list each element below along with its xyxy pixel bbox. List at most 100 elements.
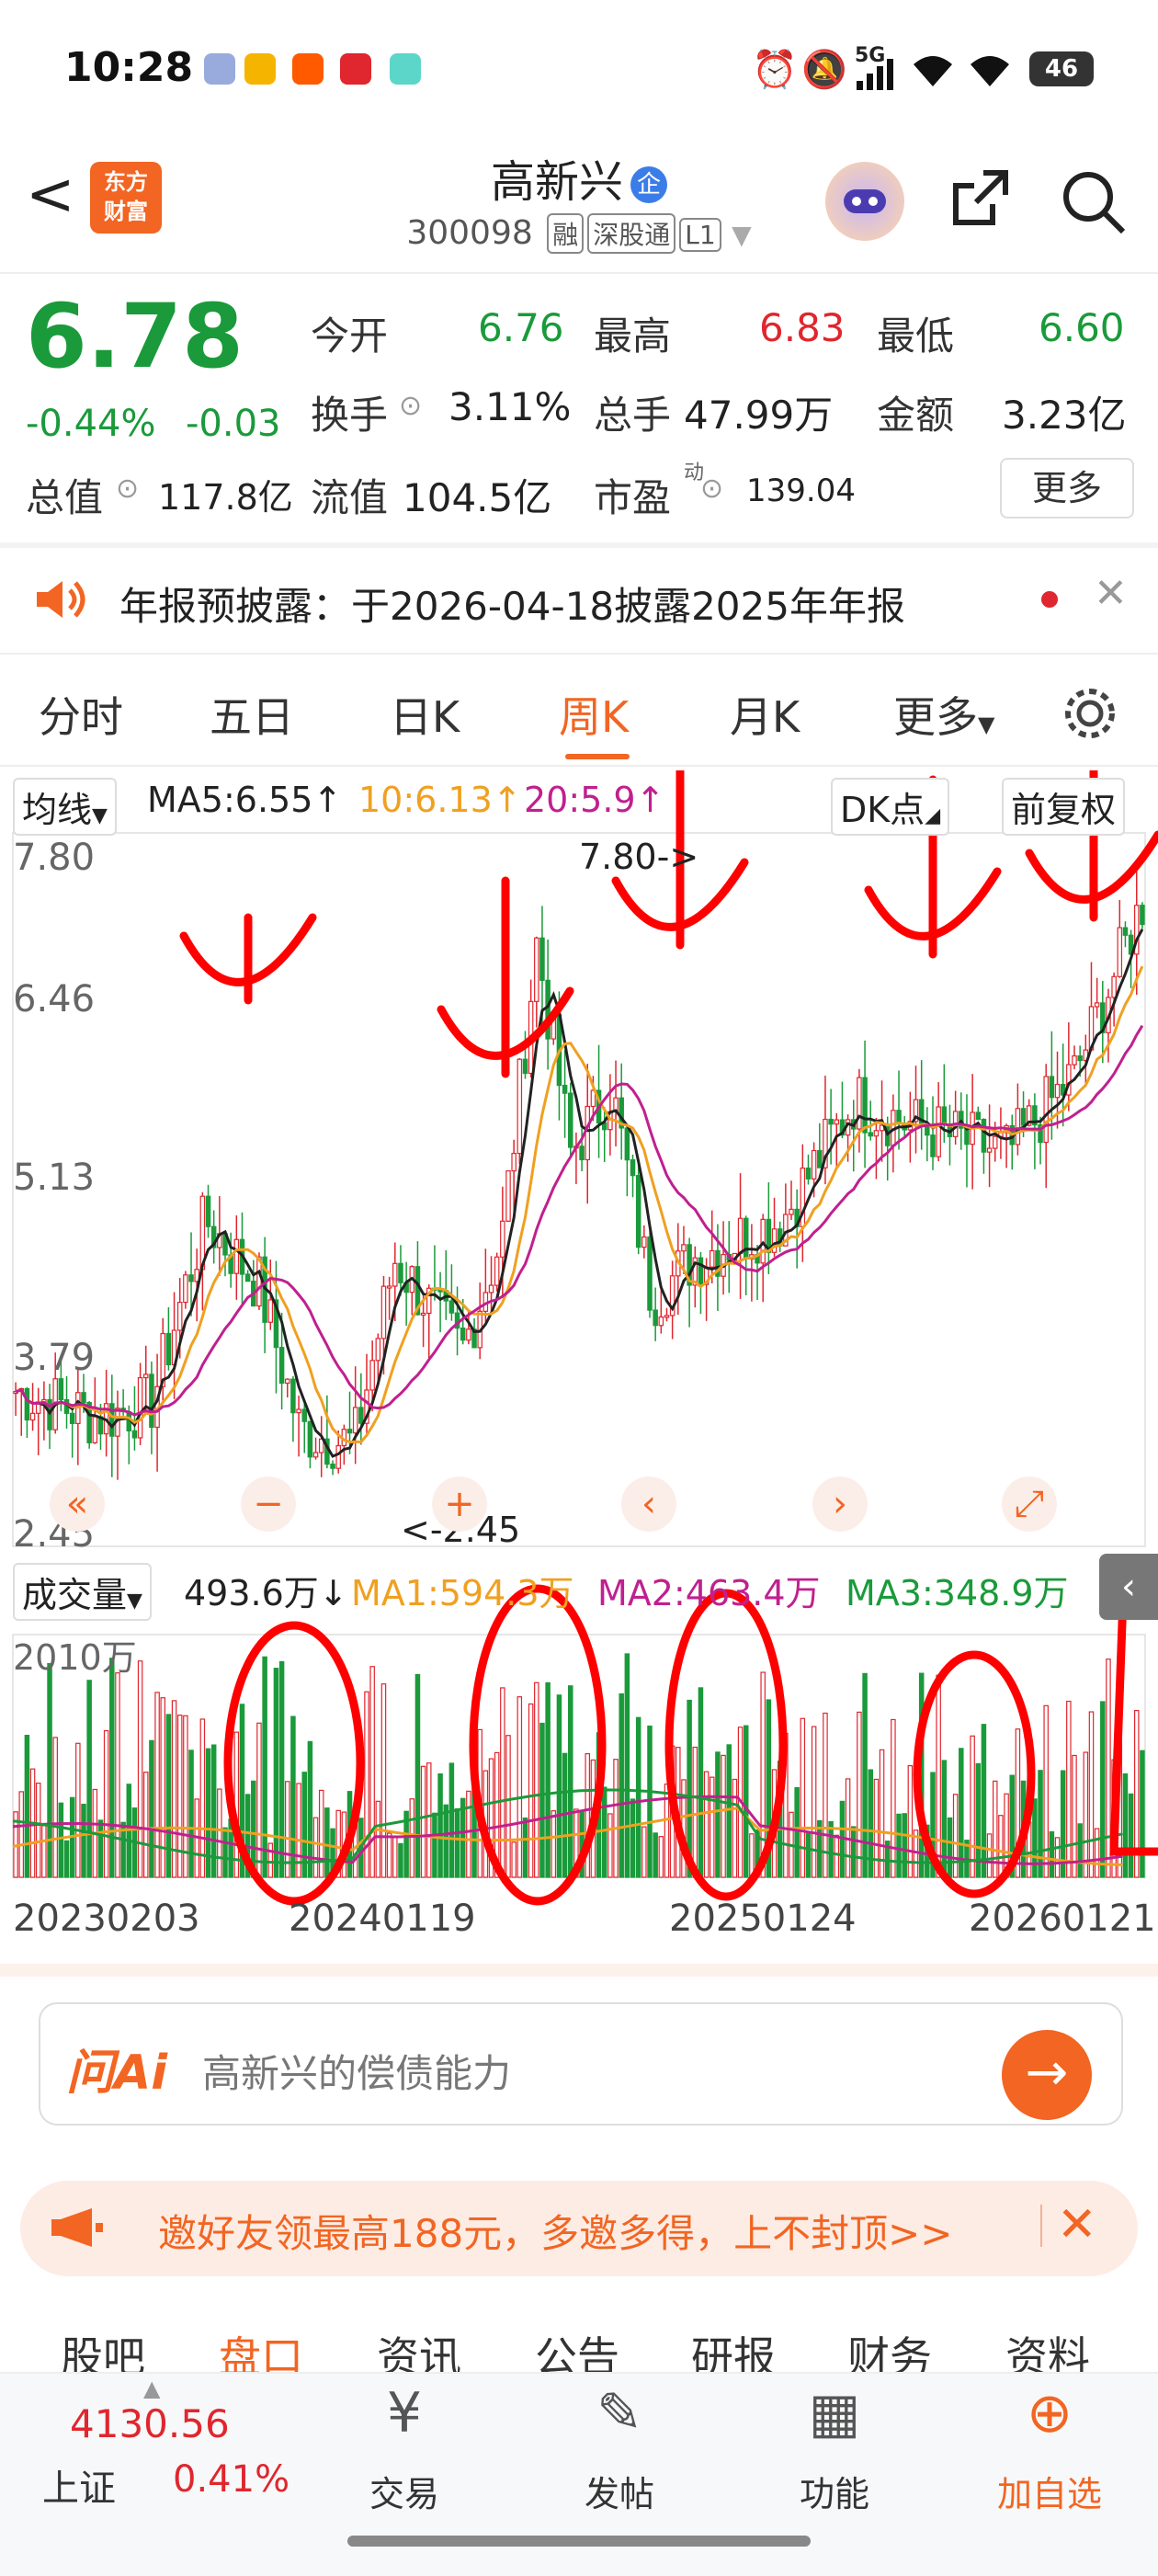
fullscreen-icon[interactable]: ⤢ bbox=[1002, 1476, 1057, 1532]
volume-bar bbox=[635, 1716, 641, 1878]
ai-question-input[interactable]: 高新兴的偿债能力 bbox=[202, 2043, 511, 2099]
post-label[interactable]: 发帖 bbox=[546, 2466, 693, 2516]
candle-body bbox=[664, 1315, 670, 1318]
scroll-left-far-icon[interactable]: « bbox=[50, 1476, 105, 1532]
volume-bar bbox=[432, 1812, 437, 1878]
search-icon[interactable] bbox=[1057, 165, 1130, 239]
volume-bar bbox=[437, 1772, 443, 1878]
date-axis-label: 20230203 bbox=[13, 1898, 200, 1940]
volume-bar bbox=[267, 1842, 274, 1878]
share-icon[interactable] bbox=[947, 165, 1013, 232]
kline-chart[interactable] bbox=[0, 692, 1158, 1947]
functions-icon[interactable]: ▦ bbox=[761, 2381, 908, 2445]
volume-bar bbox=[63, 1840, 70, 1878]
volume-bar bbox=[386, 1832, 392, 1878]
promo-text: 邀好友领最高188元，多邀多得，上不封顶>> bbox=[158, 2211, 953, 2256]
volume-bar bbox=[262, 1656, 267, 1878]
candle-body bbox=[312, 1452, 319, 1458]
expand-up-icon[interactable]: ▲ bbox=[143, 2376, 160, 2401]
more-button[interactable]: 更多 bbox=[1000, 458, 1134, 519]
kline-svg[interactable] bbox=[0, 692, 1158, 1947]
candle-body bbox=[789, 1208, 794, 1215]
assistant-avatar[interactable] bbox=[825, 162, 904, 241]
tab-five-day[interactable]: 五日 bbox=[210, 684, 294, 745]
candle-body bbox=[873, 1130, 880, 1137]
tab-daily-k[interactable]: 日K bbox=[390, 684, 460, 745]
info-icon[interactable]: ⊙ bbox=[116, 473, 139, 505]
volume-bar bbox=[24, 1735, 30, 1878]
info-icon[interactable]: ⊙ bbox=[700, 473, 723, 505]
candle-body bbox=[986, 1147, 993, 1153]
adjust-button[interactable]: 前复权 bbox=[1002, 778, 1126, 836]
trade-icon[interactable]: ¥ bbox=[331, 2381, 478, 2445]
volume-bar bbox=[517, 1696, 523, 1878]
volume-bar bbox=[160, 1697, 165, 1878]
volume-bar bbox=[109, 1658, 115, 1878]
candle-body bbox=[176, 1301, 183, 1331]
functions-label[interactable]: 功能 bbox=[761, 2466, 908, 2516]
alarm-icon: ⏰ bbox=[752, 49, 798, 91]
ai-question-bar[interactable] bbox=[39, 2002, 1123, 2126]
ma10-legend: 10:6.13↑ bbox=[358, 780, 522, 820]
candle-body bbox=[1122, 927, 1129, 936]
volume-bar bbox=[154, 1692, 160, 1878]
candle-body bbox=[918, 1099, 925, 1127]
index-value[interactable]: 4130.56 bbox=[70, 2401, 230, 2446]
corner-icon: ◢ bbox=[925, 804, 941, 827]
add-watchlist-label[interactable]: 加自选 bbox=[976, 2466, 1123, 2516]
candle-body bbox=[24, 1387, 30, 1421]
ai-submit-button[interactable]: → bbox=[1002, 2030, 1092, 2120]
volume-bar bbox=[703, 1771, 710, 1878]
candle-body bbox=[346, 1429, 353, 1434]
volume-selector[interactable]: 成交量▼ bbox=[13, 1563, 152, 1621]
ma-selector[interactable]: 均线▼ bbox=[13, 778, 117, 836]
zoom-in-icon[interactable]: + bbox=[432, 1476, 487, 1532]
volume-bar bbox=[392, 1836, 398, 1878]
tab-monthly-k[interactable]: 月K bbox=[730, 684, 800, 745]
close-icon[interactable]: ✕ bbox=[1094, 570, 1128, 617]
volume-bar bbox=[811, 1726, 817, 1878]
volume-bar bbox=[647, 1725, 653, 1878]
wifi-icon bbox=[914, 56, 952, 86]
change-amount: -0.03 bbox=[186, 403, 281, 445]
candle-body bbox=[658, 1316, 664, 1327]
float-value: 104.5亿 bbox=[403, 475, 552, 520]
volume-bar bbox=[607, 1813, 613, 1878]
volume-bar bbox=[907, 1765, 914, 1878]
scroll-right-icon[interactable]: › bbox=[812, 1476, 868, 1532]
volume-bar bbox=[862, 1672, 868, 1878]
zoom-out-icon[interactable]: − bbox=[241, 1476, 296, 1532]
tab-more[interactable]: 更多▼ bbox=[893, 684, 994, 745]
annotation-circle bbox=[664, 1589, 788, 1901]
volume-bar bbox=[256, 1722, 262, 1878]
candle-body bbox=[448, 1300, 455, 1314]
volume-bar bbox=[188, 1750, 194, 1878]
volume-bar bbox=[1038, 1770, 1043, 1878]
volume-bar bbox=[986, 1833, 993, 1878]
candle-body bbox=[975, 1111, 982, 1121]
candle-body bbox=[579, 1146, 585, 1161]
collapse-panel-icon[interactable]: ‹ bbox=[1099, 1554, 1158, 1620]
notice-text: 年报预披露：于2026-04-18披露2025年年报 bbox=[119, 584, 905, 629]
volume-bar bbox=[732, 1778, 738, 1878]
candle-body bbox=[1015, 1108, 1021, 1146]
dk-button[interactable]: DK点◢ bbox=[831, 778, 950, 836]
candle-body bbox=[375, 1338, 381, 1362]
max-price-marker: 7.80-> bbox=[579, 837, 699, 877]
scroll-left-icon[interactable]: ‹ bbox=[621, 1476, 676, 1532]
volume-bar bbox=[1094, 1828, 1100, 1878]
trade-label[interactable]: 交易 bbox=[331, 2466, 478, 2516]
volume-bar bbox=[505, 1735, 511, 1878]
candle-body bbox=[834, 1119, 840, 1125]
ma20-line bbox=[15, 1024, 1144, 1417]
volume-bar bbox=[805, 1830, 812, 1878]
post-icon[interactable]: ✎ bbox=[546, 2381, 693, 2445]
settings-gear-icon[interactable] bbox=[1061, 684, 1119, 743]
tab-weekly-k[interactable]: 周K bbox=[559, 684, 629, 745]
close-icon[interactable]: ✕ bbox=[1057, 2197, 1097, 2252]
info-icon[interactable]: ⊙ bbox=[399, 390, 422, 422]
volume-bar bbox=[278, 1660, 285, 1878]
tab-intraday[interactable]: 分时 bbox=[39, 684, 123, 745]
speaker-icon bbox=[37, 581, 85, 618]
add-watchlist-icon[interactable]: ⊕ bbox=[976, 2381, 1123, 2445]
